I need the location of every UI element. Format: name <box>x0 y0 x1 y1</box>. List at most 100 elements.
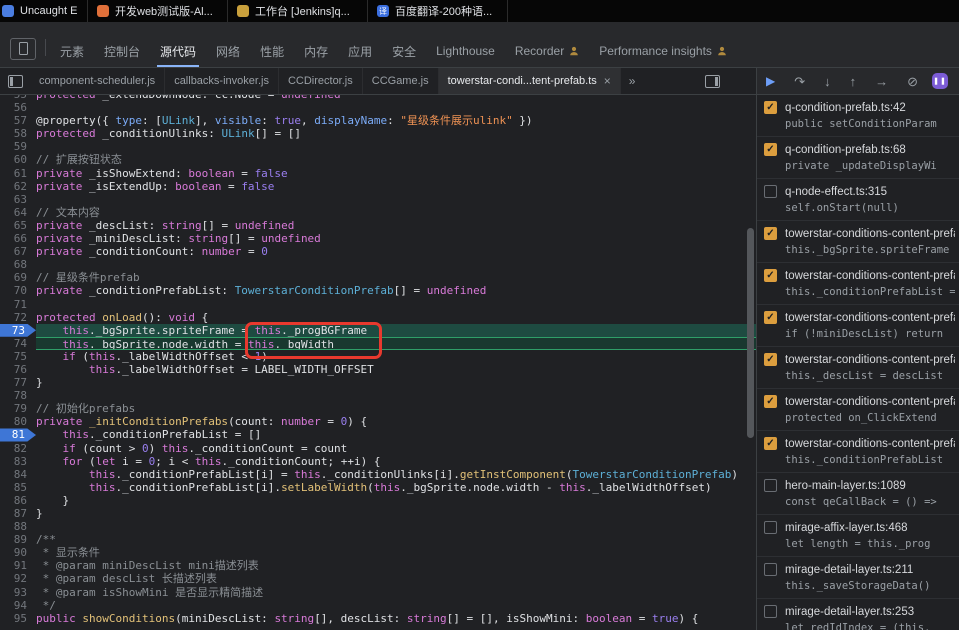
code-line[interactable]: 60// 扩展按钮状态 <box>0 153 756 166</box>
code-line[interactable]: 77} <box>0 376 756 389</box>
breakpoint-checkbox[interactable]: ✓ <box>764 143 777 156</box>
line-number[interactable]: 78 <box>0 389 36 402</box>
line-number[interactable]: 86 <box>0 494 36 507</box>
line-number[interactable]: 62 <box>0 180 36 193</box>
code-line[interactable]: 57 @property({ type: [ULink], visible: tr… <box>0 114 756 127</box>
line-number[interactable]: 91 <box>0 559 36 572</box>
code-line[interactable]: 80 private _initConditionPrefabs(count: n… <box>0 415 756 428</box>
browser-tab-jenkins[interactable]: 工作台 [Jenkins]q... <box>228 0 368 22</box>
breakpoint-item[interactable]: mirage-detail-layer.ts:253 let redIdIndex… <box>757 599 959 630</box>
breakpoint-checkbox[interactable] <box>764 605 777 618</box>
code-line[interactable]: 71 <box>0 298 756 311</box>
line-number[interactable]: 88 <box>0 520 36 533</box>
code-line[interactable]: 91 * @param miniDescList mini描述列表 <box>0 559 756 572</box>
line-number[interactable]: 90 <box>0 546 36 559</box>
device-toolbar-icon[interactable] <box>10 37 36 60</box>
breakpoint-item[interactable]: q-node-effect.ts:315 self.onStart(null) <box>757 179 959 221</box>
devtools-tab-network[interactable]: 网络 <box>206 35 250 67</box>
resume-script-icon[interactable]: ▶ <box>766 75 775 87</box>
file-tab-ccdirector[interactable]: CCDirector.js <box>279 68 363 94</box>
code-line[interactable]: 72 protected onLoad(): void { <box>0 311 756 324</box>
line-number[interactable]: 82 <box>0 442 36 455</box>
line-number[interactable]: 95 <box>0 612 36 625</box>
file-tab-ccgame[interactable]: CCGame.js <box>363 68 439 94</box>
pause-on-exceptions-icon[interactable]: ❚❚ <box>932 73 949 89</box>
breakpoint-checkbox[interactable]: ✓ <box>764 311 777 324</box>
browser-tab-uncaught-error[interactable]: Uncaught Error:... <box>0 0 88 22</box>
code-line[interactable]: 90 * 显示条件 <box>0 546 756 559</box>
code-line[interactable]: 81 this._conditionPrefabList = [] <box>0 428 756 442</box>
browser-tab-dev-web-test[interactable]: 开发web测试版-Al... <box>88 0 228 22</box>
devtools-tab-console[interactable]: 控制台 <box>94 35 150 67</box>
breakpoint-checkbox[interactable] <box>764 185 777 198</box>
breakpoint-checkbox[interactable]: ✓ <box>764 101 777 114</box>
line-number[interactable]: 71 <box>0 298 36 311</box>
code-line[interactable]: 62 private _isExtendUp: boolean = false <box>0 180 756 193</box>
code-line[interactable]: 65 private _descList: string[] = undefine… <box>0 219 756 232</box>
breakpoint-checkbox[interactable]: ✓ <box>764 395 777 408</box>
breakpoint-item[interactable]: ✓ towerstar-conditions-content-prefab.ts t… <box>757 431 959 473</box>
line-number[interactable]: 70 <box>0 284 36 297</box>
code-line[interactable]: 86 } <box>0 494 756 507</box>
devtools-tab-elements[interactable]: 元素 <box>50 35 94 67</box>
breakpoint-item[interactable]: ✓ towerstar-conditions-content-prefab.ts t… <box>757 347 959 389</box>
line-number[interactable]: 92 <box>0 572 36 585</box>
devtools-tab-performance-insights[interactable]: Performance insights <box>589 35 737 67</box>
code-line[interactable]: 84 this._conditionPrefabList[i] = this._… <box>0 468 756 481</box>
navigator-toggle-icon[interactable] <box>8 74 23 88</box>
code-line[interactable]: 74 this._bgSprite.node.width = this._bgW… <box>0 336 756 350</box>
devtools-tab-sources[interactable]: 源代码 <box>150 35 206 67</box>
breakpoint-checkbox[interactable] <box>764 563 777 576</box>
line-number[interactable]: 60 <box>0 153 36 166</box>
step-out-icon[interactable]: ↑ <box>850 75 857 88</box>
breakpoint-item[interactable]: ✓ towerstar-conditions-content-prefab.ts i… <box>757 305 959 347</box>
code-line[interactable]: 85 this._conditionPrefabList[i].setLabel… <box>0 481 756 494</box>
line-number[interactable]: 56 <box>0 101 36 114</box>
code-line[interactable]: 75 if (this._labelWidthOffset < 1) <box>0 350 756 363</box>
breakpoint-checkbox[interactable]: ✓ <box>764 269 777 282</box>
breakpoint-item[interactable]: ✓ q-condition-prefab.ts:68 private _update… <box>757 137 959 179</box>
code-line[interactable]: 95 public showConditions(miniDescList: st… <box>0 612 756 625</box>
line-number[interactable]: 66 <box>0 232 36 245</box>
devtools-tab-lighthouse[interactable]: Lighthouse <box>426 35 505 67</box>
line-number[interactable]: 76 <box>0 363 36 376</box>
code-line[interactable]: 82 if (count > 0) this._conditionCount =… <box>0 442 756 455</box>
line-number[interactable]: 61 <box>0 167 36 180</box>
step-over-icon[interactable]: ↷ <box>794 75 805 88</box>
line-number[interactable]: 74 <box>0 337 36 350</box>
breakpoint-checkbox[interactable] <box>764 521 777 534</box>
devtools-tab-memory[interactable]: 内存 <box>294 35 338 67</box>
breakpoint-item[interactable]: hero-main-layer.ts:1089 const qeCallBack … <box>757 473 959 515</box>
code-line[interactable]: 78 <box>0 389 756 402</box>
code-line[interactable]: 76 this._labelWidthOffset = LABEL_WIDTH_… <box>0 363 756 376</box>
line-number[interactable]: 65 <box>0 219 36 232</box>
line-number[interactable]: 67 <box>0 245 36 258</box>
close-tab-icon[interactable]: × <box>604 74 611 88</box>
breakpoint-item[interactable]: mirage-detail-layer.ts:211 this._saveStor… <box>757 557 959 599</box>
line-number[interactable]: 87 <box>0 507 36 520</box>
breakpoint-item[interactable]: ✓ q-condition-prefab.ts:42 public setCondi… <box>757 95 959 137</box>
code-line[interactable]: 66 private _miniDescList: string[] = unde… <box>0 232 756 245</box>
code-line[interactable]: 59 <box>0 140 756 153</box>
devtools-tab-performance[interactable]: 性能 <box>250 35 294 67</box>
code-line[interactable]: 69// 星级条件prefab <box>0 271 756 284</box>
line-number[interactable]: 72 <box>0 311 36 324</box>
debugger-sidebar-toggle-icon[interactable] <box>705 74 720 88</box>
code-line[interactable]: 58 protected _conditionUlinks: ULink[] = … <box>0 127 756 140</box>
line-number[interactable]: 63 <box>0 193 36 206</box>
devtools-tab-application[interactable]: 应用 <box>338 35 382 67</box>
line-number[interactable]: 57 <box>0 114 36 127</box>
code-line[interactable]: 92 * @param descList 长描述列表 <box>0 572 756 585</box>
line-number[interactable]: 69 <box>0 271 36 284</box>
code-line[interactable]: 67 private _conditionCount: number = 0 <box>0 245 756 258</box>
file-tab-callbacks-invoker[interactable]: callbacks-invoker.js <box>165 68 279 94</box>
more-tabs-icon[interactable]: » <box>621 74 644 88</box>
editor-scrollbar[interactable] <box>746 95 755 630</box>
breakpoint-checkbox[interactable]: ✓ <box>764 353 777 366</box>
file-tab-towerstar-prefab[interactable]: towerstar-condi...tent-prefab.ts × <box>438 68 621 94</box>
step-icon[interactable]: → <box>875 75 888 88</box>
line-number[interactable]: 77 <box>0 376 36 389</box>
breakpoint-checkbox[interactable]: ✓ <box>764 437 777 450</box>
browser-tab-baidu-translate[interactable]: 译百度翻译-200种语... <box>368 0 508 22</box>
breakpoint-marker[interactable]: 73 <box>0 323 36 337</box>
